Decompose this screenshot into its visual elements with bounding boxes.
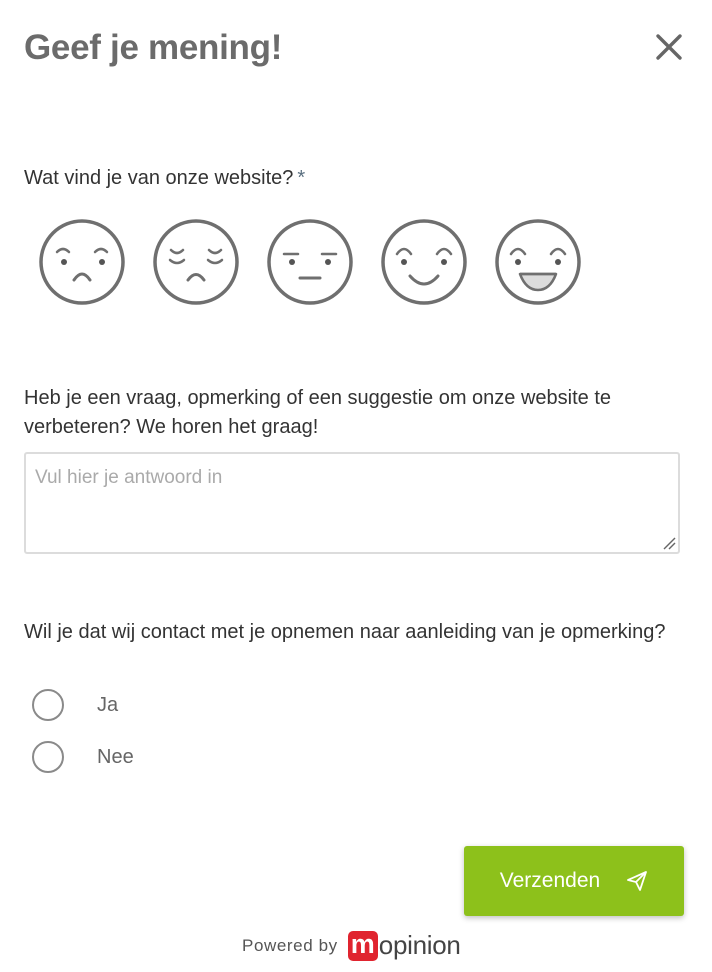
- radio-label-nee: Nee: [97, 745, 134, 768]
- unhappy-face-icon[interactable]: [152, 218, 240, 306]
- radio-option-ja[interactable]: Ja: [32, 689, 118, 721]
- very-happy-face-icon[interactable]: [494, 218, 582, 306]
- question-rating-text: Wat vind je van onze website?: [24, 167, 294, 189]
- radio-button-nee[interactable]: [32, 741, 64, 773]
- question-feedback-label: Heb je een vraag, opmerking of een sugge…: [24, 387, 612, 438]
- logo-text: opinion: [378, 930, 461, 960]
- radio-label-ja: Ja: [97, 693, 119, 716]
- question-rating-label: Wat vind je van onze website? *: [24, 164, 305, 193]
- submit-label: Verzenden: [499, 869, 601, 892]
- powered-by-text: Powered by: [242, 935, 338, 955]
- powered-by-footer: Powered by m opinion: [242, 930, 461, 961]
- close-icon[interactable]: [652, 30, 686, 64]
- happy-face-icon[interactable]: [380, 218, 468, 306]
- feedback-textarea[interactable]: [26, 454, 678, 552]
- required-marker: *: [297, 167, 306, 189]
- send-icon: [627, 871, 648, 891]
- page-title: Geef je mening!: [24, 28, 283, 67]
- radio-option-nee[interactable]: Nee: [32, 741, 134, 773]
- very-unhappy-face-icon[interactable]: [38, 218, 126, 306]
- submit-button[interactable]: Verzenden: [464, 846, 684, 916]
- mopinion-logo[interactable]: m opinion: [347, 930, 461, 961]
- neutral-face-icon[interactable]: [266, 218, 354, 306]
- resize-handle-icon[interactable]: [662, 536, 676, 550]
- rating-smileys: [38, 218, 582, 306]
- question-contact-label: Wil je dat wij contact met je opnemen na…: [24, 621, 666, 643]
- radio-button-ja[interactable]: [32, 689, 64, 721]
- logo-m-badge: m: [347, 930, 378, 961]
- feedback-textarea-wrapper: [24, 452, 680, 554]
